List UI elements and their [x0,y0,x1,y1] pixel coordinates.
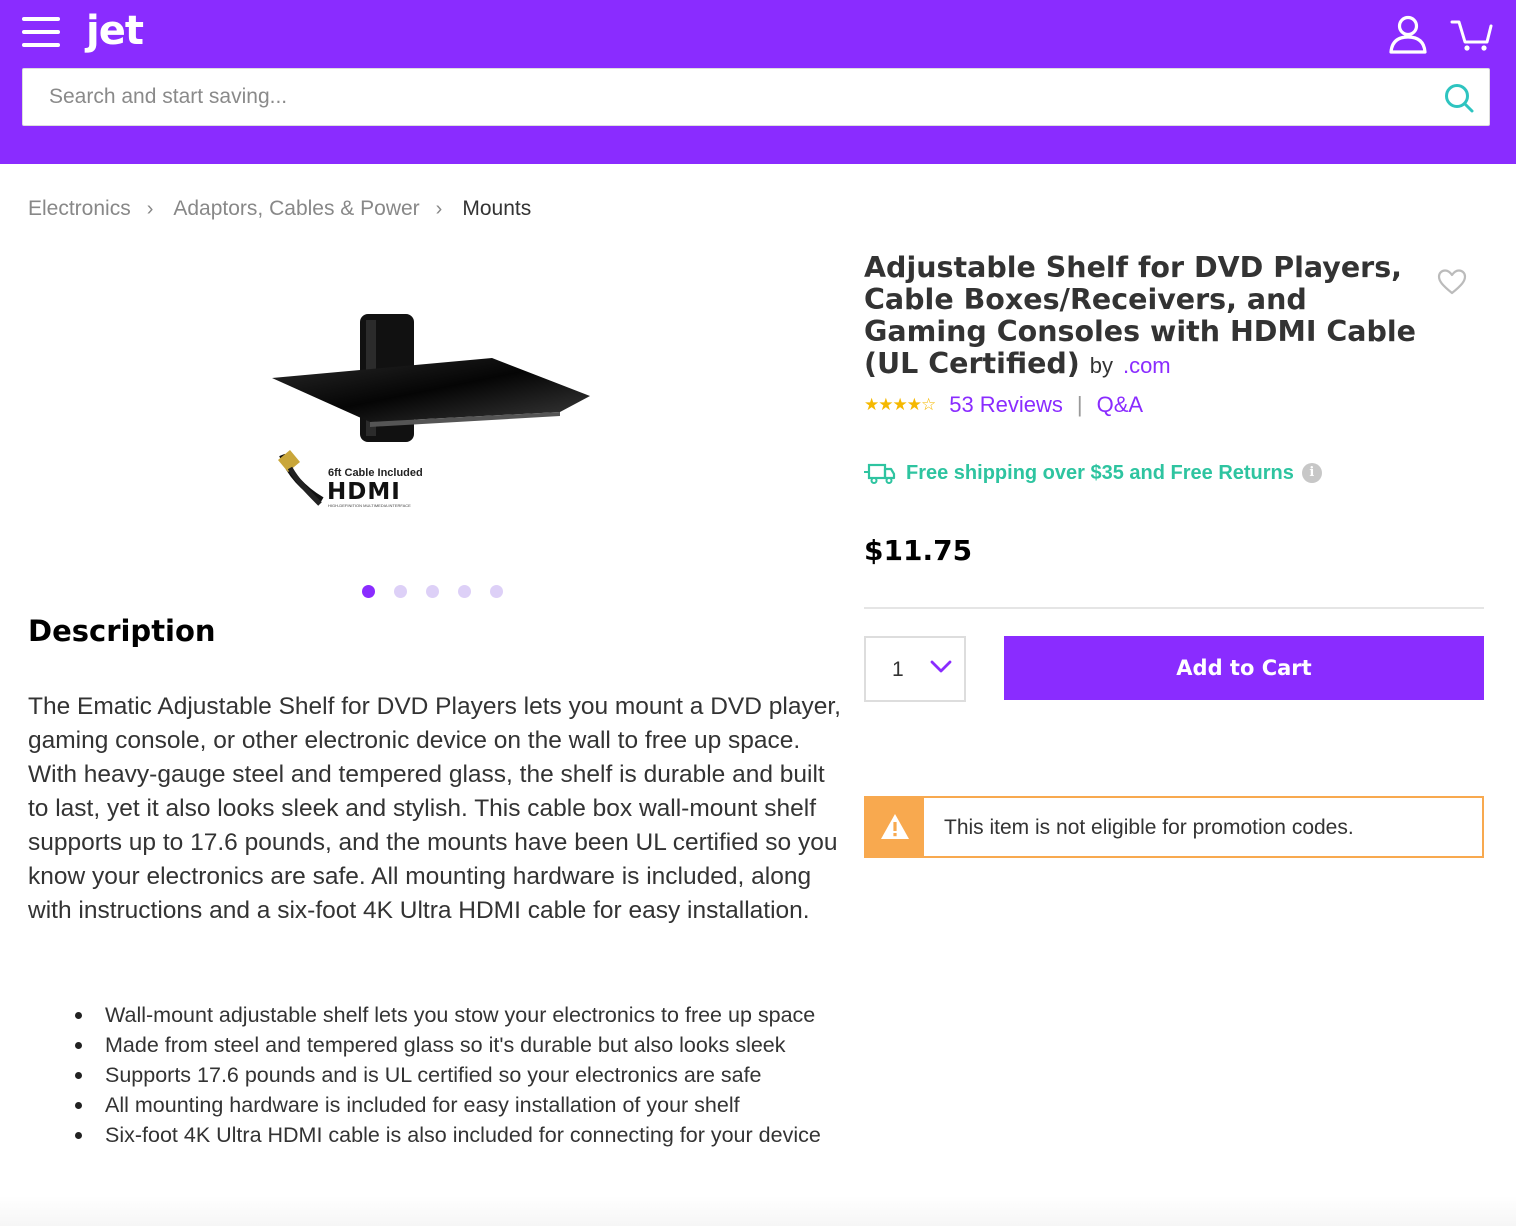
search-bar [22,68,1490,126]
breadcrumb: Electronics › Adaptors, Cables & Power ›… [28,197,531,221]
search-input[interactable] [49,69,1429,125]
menu-icon[interactable] [22,17,60,49]
promo-notice-text: This item is not eligible for promotion … [944,816,1354,839]
list-item: All mounting hardware is included for ea… [75,1090,865,1120]
brand-link[interactable]: .com [1123,353,1171,378]
hdmi-caption-brand: HDMI [327,479,401,505]
divider [864,607,1484,609]
list-item: Supports 17.6 pounds and is UL certified… [75,1060,865,1090]
shipping-notice: Free shipping over $35 and Free Returns … [864,461,1322,485]
qa-link[interactable]: Q&A [1097,392,1143,418]
breadcrumb-adaptors[interactable]: Adaptors, Cables & Power [173,197,419,221]
user-icon[interactable] [1388,14,1428,54]
carousel-dot-3[interactable] [426,585,439,598]
hdmi-caption-small: 6ft Cable Included [328,467,423,479]
chevron-right-icon: › [146,197,154,220]
chevron-down-icon [930,660,952,673]
description-heading: Description [28,614,216,648]
carousel-dot-2[interactable] [394,585,407,598]
add-to-cart-button[interactable]: Add to Cart [1004,636,1484,700]
product-image[interactable]: 6ft Cable Included HDMI HIGH-DEFINITION … [260,300,600,520]
breadcrumb-mounts[interactable]: Mounts [462,197,531,221]
list-item: Six-foot 4K Ultra HDMI cable is also inc… [75,1120,865,1150]
top-navigation-bar: jet [0,0,1516,164]
rating-row: ★★★★☆ 53 Reviews | Q&A [864,392,1143,418]
breadcrumb-electronics[interactable]: Electronics [28,197,131,221]
jet-logo[interactable]: jet [86,8,144,54]
page-fade [0,1196,1516,1226]
shipping-text: Free shipping over $35 and Free Returns [906,461,1294,484]
heart-icon[interactable] [1437,268,1467,296]
by-label: by [1089,353,1114,378]
warning-icon [881,814,909,839]
promo-notice: This item is not eligible for promotion … [864,796,1484,858]
quantity-select[interactable]: 1 [864,636,966,702]
carousel-dot-4[interactable] [458,585,471,598]
image-carousel-dots [362,585,503,598]
quantity-value: 1 [892,658,904,681]
star-rating: ★★★★☆ [864,395,936,414]
warning-icon-box [866,798,924,856]
truck-icon [864,463,896,484]
description-text: The Ematic Adjustable Shelf for DVD Play… [28,693,841,924]
list-item: Wall-mount adjustable shelf lets you sto… [75,1000,865,1030]
product-title-block: Adjustable Shelf for DVD Players, Cable … [864,252,1424,382]
cart-icon[interactable] [1450,16,1494,52]
product-price: $11.75 [864,534,973,567]
feature-list: Wall-mount adjustable shelf lets you sto… [75,1000,865,1150]
carousel-dot-5[interactable] [490,585,503,598]
chevron-right-icon: › [435,197,443,220]
carousel-dot-1[interactable] [362,585,375,598]
search-icon[interactable] [1443,82,1475,114]
list-item: Made from steel and tempered glass so it… [75,1030,865,1060]
info-icon[interactable]: i [1301,463,1322,483]
separator: | [1076,392,1083,417]
reviews-link[interactable]: 53 Reviews [949,392,1063,418]
hdmi-caption-tiny: HIGH-DEFINITION MULTIMEDIA INTERFACE [328,503,411,508]
